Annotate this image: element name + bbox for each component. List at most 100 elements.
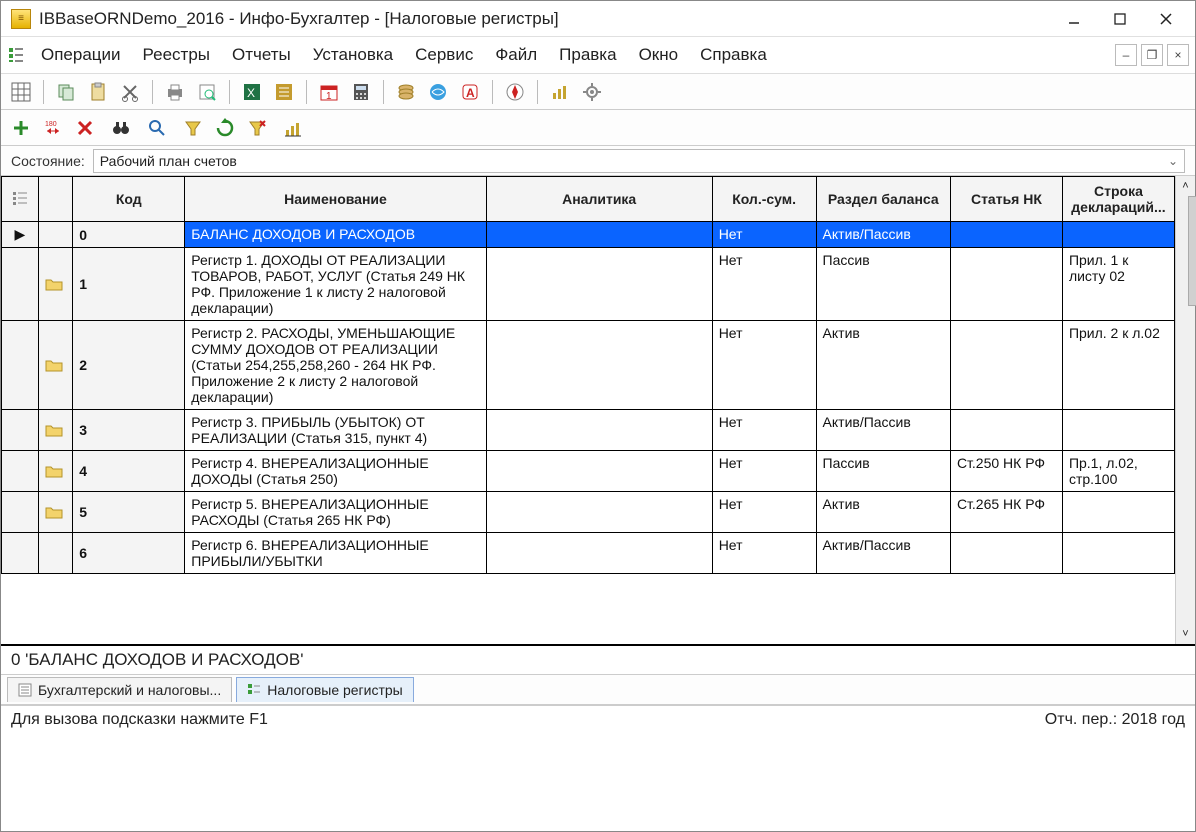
- tb-add-icon[interactable]: [7, 114, 35, 142]
- col-article[interactable]: Статья НК: [950, 177, 1062, 222]
- cell-kolsum[interactable]: Нет: [712, 533, 816, 574]
- col-kolsum[interactable]: Кол.-сум.: [712, 177, 816, 222]
- col-declaration[interactable]: Строка деклараций...: [1062, 177, 1174, 222]
- table-row[interactable]: ▶0БАЛАНС ДОХОДОВ И РАСХОДОВНетАктив/Пасс…: [2, 222, 1175, 248]
- cell-kolsum[interactable]: Нет: [712, 222, 816, 248]
- cell-code[interactable]: 1: [73, 248, 185, 321]
- tb-copy-icon[interactable]: [52, 78, 80, 106]
- tb-search-icon[interactable]: [143, 114, 171, 142]
- cell-article[interactable]: [950, 222, 1062, 248]
- tb-chart-icon[interactable]: [546, 78, 574, 106]
- cell-name[interactable]: Регистр 2. РАСХОДЫ, УМЕНЬШАЮЩИЕ СУММУ ДО…: [185, 321, 486, 410]
- minimize-button[interactable]: [1051, 4, 1097, 34]
- tb-filter-icon[interactable]: [179, 114, 207, 142]
- cell-code[interactable]: 4: [73, 451, 185, 492]
- row-folder-icon[interactable]: [38, 533, 73, 574]
- row-folder-icon[interactable]: [38, 410, 73, 451]
- cell-declaration[interactable]: [1062, 222, 1174, 248]
- cell-code[interactable]: 5: [73, 492, 185, 533]
- cell-code[interactable]: 0: [73, 222, 185, 248]
- menu-help[interactable]: Справка: [690, 41, 777, 69]
- cell-analytics[interactable]: [486, 492, 712, 533]
- cell-name[interactable]: Регистр 1. ДОХОДЫ ОТ РЕАЛИЗАЦИИ ТОВАРОВ,…: [185, 248, 486, 321]
- cell-name[interactable]: Регистр 4. ВНЕРЕАЛИЗАЦИОННЫЕ ДОХОДЫ (Ста…: [185, 451, 486, 492]
- cell-balance[interactable]: Актив/Пассив: [816, 533, 950, 574]
- cell-name[interactable]: БАЛАНС ДОХОДОВ И РАСХОДОВ: [185, 222, 486, 248]
- tb-globe-icon[interactable]: [424, 78, 452, 106]
- cell-balance[interactable]: Актив/Пассив: [816, 410, 950, 451]
- tb-compass-icon[interactable]: [501, 78, 529, 106]
- tb-preview-icon[interactable]: [193, 78, 221, 106]
- tb-binoculars-icon[interactable]: [107, 114, 135, 142]
- cell-code[interactable]: 6: [73, 533, 185, 574]
- menu-window[interactable]: Окно: [629, 41, 689, 69]
- menu-file[interactable]: Файл: [485, 41, 547, 69]
- cell-declaration[interactable]: Пр.1, л.02, стр.100: [1062, 451, 1174, 492]
- cell-declaration[interactable]: Прил. 1 к листу 02: [1062, 248, 1174, 321]
- cell-balance[interactable]: Пассив: [816, 451, 950, 492]
- tb-refresh-icon[interactable]: [211, 114, 239, 142]
- tb-excel-export-icon[interactable]: X: [238, 78, 266, 106]
- cell-declaration[interactable]: [1062, 492, 1174, 533]
- cell-analytics[interactable]: [486, 321, 712, 410]
- mdi-close-button[interactable]: ×: [1167, 44, 1189, 66]
- table-row[interactable]: 3Регистр 3. ПРИБЫЛЬ (УБЫТОК) ОТ РЕАЛИЗАЦ…: [2, 410, 1175, 451]
- cell-analytics[interactable]: [486, 222, 712, 248]
- scroll-thumb[interactable]: [1188, 196, 1196, 306]
- tb-calculator-icon[interactable]: [347, 78, 375, 106]
- tb-calendar-icon[interactable]: 1: [315, 78, 343, 106]
- cell-declaration[interactable]: [1062, 410, 1174, 451]
- col-folder[interactable]: [38, 177, 73, 222]
- cell-kolsum[interactable]: Нет: [712, 410, 816, 451]
- cell-article[interactable]: [950, 533, 1062, 574]
- menu-service[interactable]: Сервис: [405, 41, 483, 69]
- tb-move-icon[interactable]: 180: [39, 114, 67, 142]
- cell-article[interactable]: Ст.265 НК РФ: [950, 492, 1062, 533]
- menu-registries[interactable]: Реестры: [133, 41, 220, 69]
- tb-export2-icon[interactable]: [270, 78, 298, 106]
- menu-reports[interactable]: Отчеты: [222, 41, 301, 69]
- tb-cut-icon[interactable]: [116, 78, 144, 106]
- maximize-button[interactable]: [1097, 4, 1143, 34]
- tab-tax-registries[interactable]: Налоговые регистры: [236, 677, 414, 702]
- row-folder-icon[interactable]: [38, 451, 73, 492]
- cell-article[interactable]: [950, 410, 1062, 451]
- cell-article[interactable]: [950, 248, 1062, 321]
- col-balance[interactable]: Раздел баланса: [816, 177, 950, 222]
- accounts-table[interactable]: Код Наименование Аналитика Кол.-сум. Раз…: [1, 176, 1175, 574]
- cell-name[interactable]: Регистр 3. ПРИБЫЛЬ (УБЫТОК) ОТ РЕАЛИЗАЦИ…: [185, 410, 486, 451]
- cell-balance[interactable]: Пассив: [816, 248, 950, 321]
- tb-grid-icon[interactable]: [7, 78, 35, 106]
- col-pointer[interactable]: [2, 177, 39, 222]
- cell-analytics[interactable]: [486, 410, 712, 451]
- tb-stack-icon[interactable]: [392, 78, 420, 106]
- mdi-restore-button[interactable]: ❐: [1141, 44, 1163, 66]
- close-button[interactable]: [1143, 4, 1189, 34]
- row-folder-icon[interactable]: [38, 492, 73, 533]
- table-row[interactable]: 5Регистр 5. ВНЕРЕАЛИЗАЦИОННЫЕ РАСХОДЫ (С…: [2, 492, 1175, 533]
- tb-filter-clear-icon[interactable]: [243, 114, 271, 142]
- mdi-minimize-button[interactable]: –: [1115, 44, 1137, 66]
- cell-kolsum[interactable]: Нет: [712, 492, 816, 533]
- cell-declaration[interactable]: [1062, 533, 1174, 574]
- row-folder-icon[interactable]: [38, 248, 73, 321]
- scroll-down-arrow[interactable]: ˅: [1176, 624, 1195, 644]
- tb-delete-icon[interactable]: [71, 114, 99, 142]
- tb-paste-icon[interactable]: [84, 78, 112, 106]
- table-row[interactable]: 1Регистр 1. ДОХОДЫ ОТ РЕАЛИЗАЦИИ ТОВАРОВ…: [2, 248, 1175, 321]
- cell-name[interactable]: Регистр 5. ВНЕРЕАЛИЗАЦИОННЫЕ РАСХОДЫ (Ст…: [185, 492, 486, 533]
- menu-edit[interactable]: Правка: [549, 41, 626, 69]
- row-folder-icon[interactable]: [38, 321, 73, 410]
- table-row[interactable]: 6Регистр 6. ВНЕРЕАЛИЗАЦИОННЫЕ ПРИБЫЛИ/УБ…: [2, 533, 1175, 574]
- cell-kolsum[interactable]: Нет: [712, 451, 816, 492]
- scroll-up-arrow[interactable]: ˄: [1176, 176, 1195, 196]
- cell-analytics[interactable]: [486, 248, 712, 321]
- col-analytics[interactable]: Аналитика: [486, 177, 712, 222]
- col-code[interactable]: Код: [73, 177, 185, 222]
- tab-accounting[interactable]: Бухгалтерский и налоговы...: [7, 677, 232, 702]
- table-row[interactable]: 4Регистр 4. ВНЕРЕАЛИЗАЦИОННЫЕ ДОХОДЫ (Ст…: [2, 451, 1175, 492]
- cell-analytics[interactable]: [486, 451, 712, 492]
- table-row[interactable]: 2Регистр 2. РАСХОДЫ, УМЕНЬШАЮЩИЕ СУММУ Д…: [2, 321, 1175, 410]
- cell-declaration[interactable]: Прил. 2 к л.02: [1062, 321, 1174, 410]
- cell-kolsum[interactable]: Нет: [712, 321, 816, 410]
